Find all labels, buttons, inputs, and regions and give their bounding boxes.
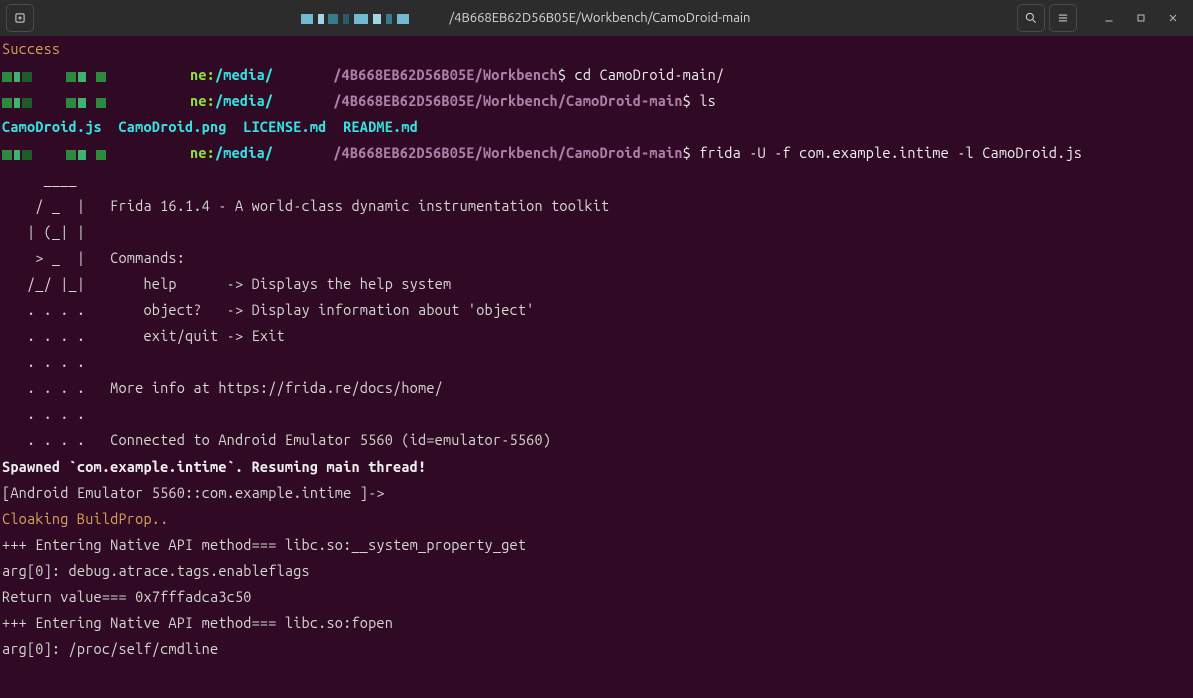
native-entry-1: +++ Entering Native API method=== libc.s… [2, 532, 1191, 558]
menu-button[interactable] [1049, 4, 1077, 32]
maximize-icon [1135, 12, 1147, 24]
arg0-a: arg[0]: debug.atrace.tags.enableflags [2, 558, 1191, 584]
prompt-user-redacted [2, 64, 190, 90]
title-bar: /4B668EB62D56B05E/Workbench/CamoDroid-ma… [0, 0, 1193, 36]
new-tab-button[interactable] [6, 4, 34, 32]
prompt-user-redacted-2 [2, 90, 190, 116]
ls-output: CamoDroid.js CamoDroid.png LICENSE.md RE… [2, 114, 1191, 140]
hamburger-icon [1056, 11, 1070, 25]
minimize-button[interactable] [1095, 4, 1123, 32]
frida-line-8: . . . . More info at https://frida.re/do… [2, 375, 1191, 401]
titlebar-right [1017, 4, 1187, 32]
minimize-icon [1103, 12, 1115, 24]
terminal-body[interactable]: Success ne:/media//4B668EB62D56B05E/Work… [0, 36, 1193, 662]
frida-line-3: > _ | Commands: [2, 245, 1191, 271]
search-button[interactable] [1017, 4, 1045, 32]
frida-line-1: / _ | Frida 16.1.4 - A world-class dynam… [2, 193, 1191, 219]
maximize-button[interactable] [1127, 4, 1155, 32]
frida-line-9: . . . . [2, 401, 1191, 427]
spawned-line: Spawned `com.example.intime`. Resuming m… [2, 454, 1191, 480]
native-entry-2: +++ Entering Native API method=== libc.s… [2, 610, 1191, 636]
frida-line-10: . . . . Connected to Android Emulator 55… [2, 427, 1191, 453]
frida-line-2: | (_| | [2, 219, 1191, 245]
frida-line-5: . . . . object? -> Display information a… [2, 297, 1191, 323]
frida-line-7: . . . . [2, 349, 1191, 375]
arg0-b: arg[0]: /proc/self/cmdline [2, 636, 1191, 662]
new-tab-icon [13, 11, 27, 25]
title-redacted-prefix [301, 13, 447, 25]
cloaking-line: Cloaking BuildProp.. [2, 506, 1191, 532]
close-icon [1167, 12, 1179, 24]
title-path-text: /4B668EB62D56B05E/Workbench/CamoDroid-ma… [449, 11, 750, 25]
prompt-line-2: ne:/media//4B668EB62D56B05E/Workbench/Ca… [2, 88, 1191, 114]
prompt-line-3: ne:/media//4B668EB62D56B05E/Workbench/Ca… [2, 140, 1191, 166]
status-success: Success [2, 36, 1191, 62]
prompt-line-1: ne:/media//4B668EB62D56B05E/Workbench$ c… [2, 62, 1191, 88]
repl-prompt-line: [Android Emulator 5560::com.example.inti… [2, 480, 1191, 506]
frida-line-6: . . . . exit/quit -> Exit [2, 323, 1191, 349]
titlebar-left [6, 4, 34, 32]
return-value: Return value=== 0x7fffadca3c50 [2, 584, 1191, 610]
frida-line-0: ____ [2, 166, 1191, 192]
frida-line-4: /_/ |_| help -> Displays the help system [2, 271, 1191, 297]
close-button[interactable] [1159, 4, 1187, 32]
search-icon [1024, 11, 1038, 25]
window-title: /4B668EB62D56B05E/Workbench/CamoDroid-ma… [34, 11, 1017, 25]
prompt-user-redacted-3 [2, 142, 190, 168]
